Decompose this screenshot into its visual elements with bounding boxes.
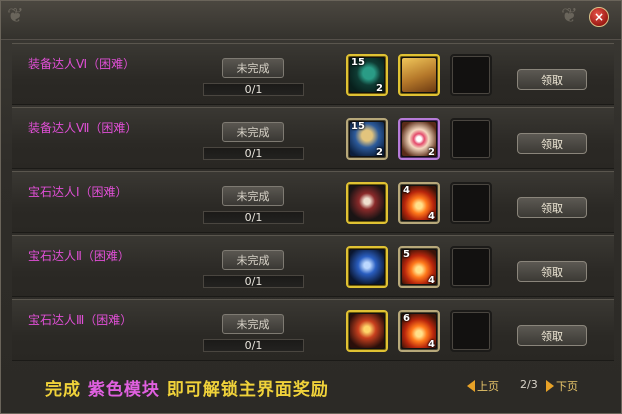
empty-slot (454, 122, 488, 156)
banner-text-complete: 完成 (45, 380, 81, 400)
quest-row: 宝石达人Ⅰ（困难） 未完成 0/1 4 4 领取 (12, 171, 614, 233)
quest-row: 装备达人Ⅵ（困难） 未完成 0/1 15 2 领取 (12, 43, 614, 105)
empty-slot (454, 314, 488, 348)
reward-slot[interactable] (346, 246, 388, 288)
reward-count: 2 (376, 83, 383, 94)
reward-level: 6 (403, 313, 410, 324)
reward-slot[interactable]: 44 (398, 182, 440, 224)
claim-button[interactable]: 领取 (517, 133, 587, 154)
reward-slot[interactable] (346, 182, 388, 224)
reward-slot[interactable]: 54 (398, 246, 440, 288)
unlock-banner: 完成 紫色模块 即可解锁主界面奖励 (45, 375, 329, 400)
reward-count: 2 (376, 147, 383, 158)
swordsman-icon (350, 314, 384, 348)
arrow-left-icon (467, 380, 475, 392)
empty-slot (454, 186, 488, 220)
reward-slot[interactable] (450, 310, 492, 352)
quest-name: 宝石达人Ⅲ（困难） (28, 313, 133, 327)
progress-bar: 0/1 (203, 147, 304, 160)
reward-level: 4 (403, 185, 410, 196)
reward-level: 5 (403, 249, 410, 260)
reward-count: 4 (428, 275, 435, 286)
banner-text-unlock: 即可解锁主界面奖励 (166, 380, 329, 400)
banner-text-purple-module: 紫色模块 (87, 380, 160, 400)
reward-slot[interactable]: 64 (398, 310, 440, 352)
reward-count: 2 (428, 147, 435, 158)
claim-button[interactable]: 领取 (517, 261, 587, 282)
status-button: 未完成 (222, 186, 284, 206)
close-icon: × (593, 10, 605, 24)
quest-name: 宝石达人Ⅱ（困难） (28, 249, 130, 263)
quest-row: 宝石达人Ⅱ（困难） 未完成 0/1 5 4 领取 (12, 235, 614, 297)
reward-count: 4 (428, 211, 435, 222)
reward-slot[interactable]: 15 2 (346, 118, 388, 160)
next-page-label: 下页 (556, 380, 578, 393)
claim-button[interactable]: 领取 (517, 197, 587, 218)
quest-row: 宝石达人Ⅲ（困难） 未完成 0/1 6 4 领取 (12, 299, 614, 361)
progress-bar: 0/1 (203, 211, 304, 224)
reward-slot[interactable] (450, 54, 492, 96)
progress-bar: 0/1 (203, 339, 304, 352)
reward-slot[interactable] (450, 118, 492, 160)
scroll-icon (402, 58, 436, 92)
quest-name: 宝石达人Ⅰ（困难） (28, 185, 128, 199)
reward-slot[interactable] (346, 310, 388, 352)
corner-ornament-left: ❦ (7, 3, 24, 27)
reward-slot[interactable]: 2 (398, 118, 440, 160)
close-button[interactable]: × (589, 7, 609, 27)
claim-button[interactable]: 领取 (517, 325, 587, 346)
quest-window: ❦ ❦ × 装备达人Ⅵ（困难） 未完成 0/1 15 2 领取 装备达人Ⅶ（困难） 未完成 0/… (0, 0, 622, 414)
status-button: 未完成 (222, 122, 284, 142)
status-button: 未完成 (222, 250, 284, 270)
prev-page-label: 上页 (477, 380, 499, 393)
footer: 完成 紫色模块 即可解锁主界面奖励 上页 2/3 下页 (1, 367, 621, 407)
quest-list: 装备达人Ⅵ（困难） 未完成 0/1 15 2 领取 装备达人Ⅶ（困难） 未完成 0/1 15 2 2 领… (12, 43, 614, 363)
quest-name: 装备达人Ⅶ（困难） (28, 121, 138, 135)
reward-level: 15 (351, 57, 365, 68)
empty-slot (454, 58, 488, 92)
reward-level: 15 (351, 121, 365, 132)
swordsman-icon (350, 250, 384, 284)
page-indicator: 2/3 (520, 378, 538, 391)
claim-button[interactable]: 领取 (517, 69, 587, 90)
quest-row: 装备达人Ⅶ（困难） 未完成 0/1 15 2 2 领取 (12, 107, 614, 169)
status-button: 未完成 (222, 58, 284, 78)
prev-page-button[interactable]: 上页 (467, 378, 499, 394)
swordsman-icon (350, 186, 384, 220)
arrow-right-icon (546, 380, 554, 392)
status-button: 未完成 (222, 314, 284, 334)
reward-count: 4 (428, 339, 435, 350)
reward-slot[interactable] (450, 246, 492, 288)
reward-slot[interactable] (398, 54, 440, 96)
reward-slot[interactable] (450, 182, 492, 224)
quest-name: 装备达人Ⅵ（困难） (28, 57, 136, 71)
empty-slot (454, 250, 488, 284)
progress-bar: 0/1 (203, 83, 304, 96)
reward-slot[interactable]: 15 2 (346, 54, 388, 96)
next-page-button[interactable]: 下页 (546, 378, 578, 394)
progress-bar: 0/1 (203, 275, 304, 288)
corner-ornament-right: ❦ (561, 3, 578, 27)
